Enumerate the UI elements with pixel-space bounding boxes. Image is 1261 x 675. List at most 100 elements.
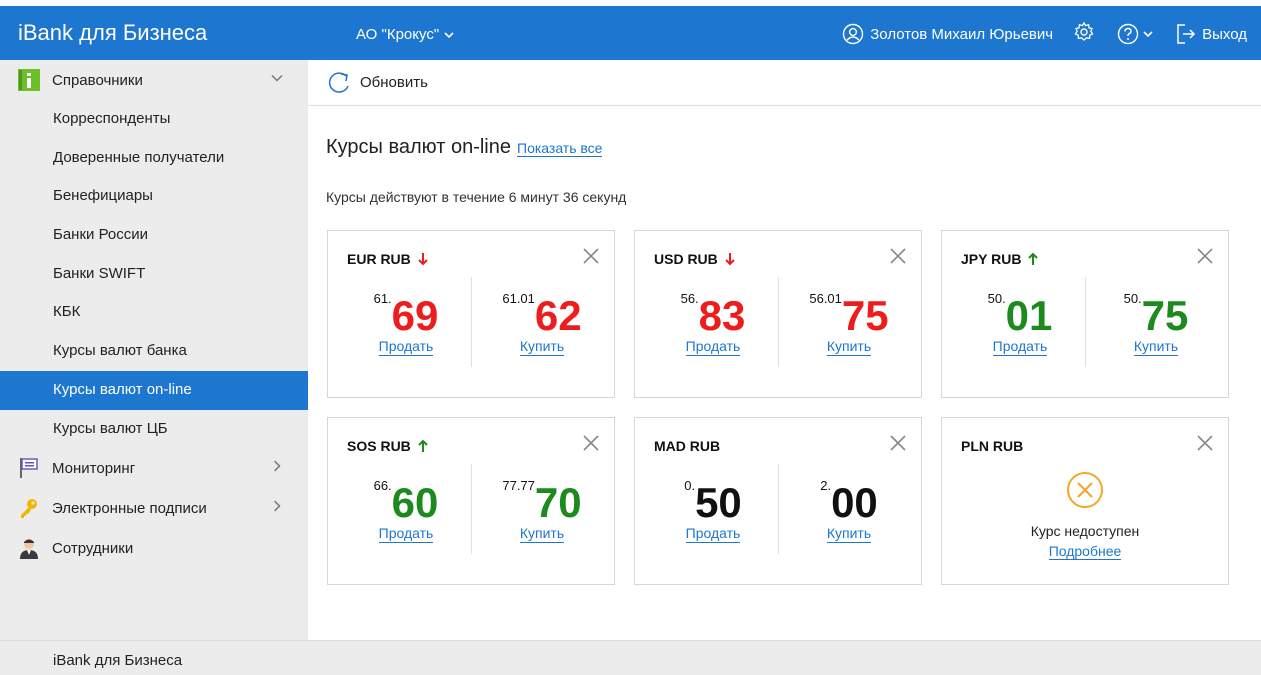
sidebar-item-bank-rates[interactable]: Курсы валют банка	[0, 332, 308, 371]
arrow-up-icon	[1028, 252, 1039, 265]
sell-button[interactable]: Продать	[685, 524, 741, 543]
rate-card-jpy-rub: JPY RUB 50. 01 Продать 50. 75 Купить	[941, 230, 1229, 398]
buy-button[interactable]: Купить	[826, 337, 872, 356]
company-name: АО "Крокус"	[356, 26, 440, 43]
logout-icon	[1177, 24, 1196, 44]
arrow-down-icon	[418, 253, 428, 266]
key-icon	[18, 497, 40, 519]
user-menu[interactable]: Золотов Михаил Юрьевич	[842, 23, 1053, 45]
sell-button[interactable]: Продать	[685, 337, 741, 356]
rate-card-mad-rub: MAD RUB 0. 50 Продать 2. 00 Купить	[634, 417, 922, 585]
more-info-link[interactable]: Подробнее	[1048, 543, 1122, 560]
sell-rate-integer: 66.	[373, 478, 392, 493]
buy-rate-integer: 61.01	[502, 291, 535, 306]
sidebar-group-label: Мониторинг	[52, 459, 136, 477]
user-name: Золотов Михаил Юрьевич	[870, 25, 1054, 43]
unavailable-icon	[1067, 472, 1103, 508]
info-icon	[18, 69, 40, 91]
sell-rate-integer: 0.	[684, 478, 696, 493]
currency-pair: EUR RUB	[347, 251, 411, 267]
sidebar-item-online-rates[interactable]: Курсы валют on-line	[0, 370, 308, 410]
sidebar-item-beneficiaries[interactable]: Бенефициары	[0, 177, 308, 216]
rate-card-usd-rub: USD RUB 56. 83 Продать 56.01 75 Купить	[634, 230, 922, 398]
buy-button[interactable]: Купить	[519, 337, 565, 356]
sidebar-item-russian-banks[interactable]: Банки России	[0, 216, 308, 255]
sidebar-item-kbk[interactable]: КБК	[0, 293, 308, 332]
logout-button[interactable]: Выход	[1176, 23, 1247, 45]
sell-button[interactable]: Продать	[378, 524, 434, 543]
page-title: Курсы валют on-line	[326, 136, 511, 158]
arrow-down-icon	[725, 253, 735, 266]
gear-icon	[1074, 21, 1094, 41]
close-icon[interactable]	[889, 247, 907, 265]
user-icon	[843, 23, 864, 45]
sidebar-item-swift-banks[interactable]: Банки SWIFT	[0, 255, 308, 294]
rate-card-eur-rub: EUR RUB 61. 69 Продать 61.01 62 Купить	[327, 230, 615, 398]
buy-button[interactable]: Купить	[826, 524, 872, 543]
sell-button[interactable]: Продать	[992, 337, 1048, 356]
sell-rate-integer: 56.	[680, 291, 699, 306]
chevron-down-icon	[444, 31, 454, 38]
sidebar-group-signatures[interactable]: Электронные подписи	[0, 488, 308, 528]
company-selector[interactable]: АО "Крокус"	[356, 26, 455, 43]
refresh-icon[interactable]	[326, 70, 352, 96]
buy-rate-integer: 77.77	[502, 478, 535, 493]
buy-rate-integer: 50.	[1123, 291, 1142, 306]
buy-button[interactable]: Купить	[519, 524, 565, 543]
brand-title[interactable]: iBank для Бизнеса	[18, 20, 207, 46]
toolbar: Обновить	[308, 60, 1261, 106]
rate-card-pln-rub: PLN RUB Курс недоступен Подробнее	[941, 417, 1229, 585]
sidebar-item-cb-rates[interactable]: Курсы валют ЦБ	[0, 410, 308, 449]
buy-rate-fraction: 70	[534, 479, 582, 526]
help-icon	[1117, 23, 1139, 45]
buy-rate-fraction: 75	[1141, 292, 1189, 339]
rates-validity-text: Курсы действуют в течение 6 минут 36 сек…	[326, 189, 627, 205]
sell-button[interactable]: Продать	[378, 337, 434, 356]
sell-rate-integer: 50.	[987, 291, 1006, 306]
close-icon[interactable]	[582, 247, 600, 265]
sidebar-item-correspondents[interactable]: Корреспонденты	[0, 100, 308, 139]
close-icon[interactable]	[889, 434, 907, 452]
flag-icon	[18, 457, 40, 479]
chevron-down-icon	[271, 74, 283, 82]
sidebar-group-label: Справочники	[52, 71, 143, 89]
buy-rate-fraction: 62	[534, 292, 582, 339]
footer: iBank для Бизнеса	[0, 640, 1261, 675]
refresh-button[interactable]: Обновить	[360, 74, 428, 91]
sell-rate-fraction: 50	[695, 479, 742, 526]
buy-rate-integer: 2.	[820, 478, 832, 493]
chevron-right-icon	[273, 500, 281, 512]
show-all-link[interactable]: Показать все	[517, 140, 603, 157]
top-bar: iBank для Бизнеса АО "Крокус" Золотов Ми…	[0, 0, 1261, 60]
buy-button[interactable]: Купить	[1133, 337, 1179, 356]
buy-rate-fraction: 00	[831, 479, 878, 526]
rate-card-sos-rub: SOS RUB 66. 60 Продать 77.77 70 Купить	[327, 417, 615, 585]
sidebar: Справочники Корреспонденты Доверенные по…	[0, 60, 308, 640]
footer-text: iBank для Бизнеса	[53, 652, 183, 669]
currency-pair: USD RUB	[654, 251, 718, 267]
sidebar-group-directories[interactable]: Справочники	[0, 60, 308, 100]
logout-label: Выход	[1202, 25, 1247, 43]
sell-rate-fraction: 83	[698, 292, 746, 339]
sidebar-group-employees[interactable]: Сотрудники	[0, 528, 308, 568]
sidebar-group-monitoring[interactable]: Мониторинг	[0, 448, 308, 488]
main-content: Курсы валют on-line Показать все Курсы д…	[308, 106, 1261, 640]
buy-rate-fraction: 75	[841, 292, 889, 339]
currency-pair: MAD RUB	[654, 438, 721, 454]
sell-rate-fraction: 01	[1005, 292, 1053, 339]
sidebar-item-trusted-recipients[interactable]: Доверенные получатели	[0, 139, 308, 178]
close-icon[interactable]	[1196, 434, 1214, 452]
currency-pair: PLN RUB	[961, 438, 1024, 454]
sell-rate-integer: 61.	[373, 291, 392, 306]
sell-rate-fraction: 69	[391, 292, 439, 339]
close-icon[interactable]	[582, 434, 600, 452]
currency-pair: SOS RUB	[347, 438, 411, 454]
rate-unavailable-text: Курс недоступен	[1030, 523, 1140, 539]
close-icon[interactable]	[1196, 247, 1214, 265]
help-menu[interactable]	[1117, 23, 1154, 45]
sidebar-group-label: Сотрудники	[52, 539, 134, 557]
buy-rate-integer: 56.01	[809, 291, 842, 306]
settings-button[interactable]	[1073, 21, 1095, 47]
person-icon	[18, 537, 40, 560]
sell-rate-fraction: 60	[391, 479, 439, 526]
